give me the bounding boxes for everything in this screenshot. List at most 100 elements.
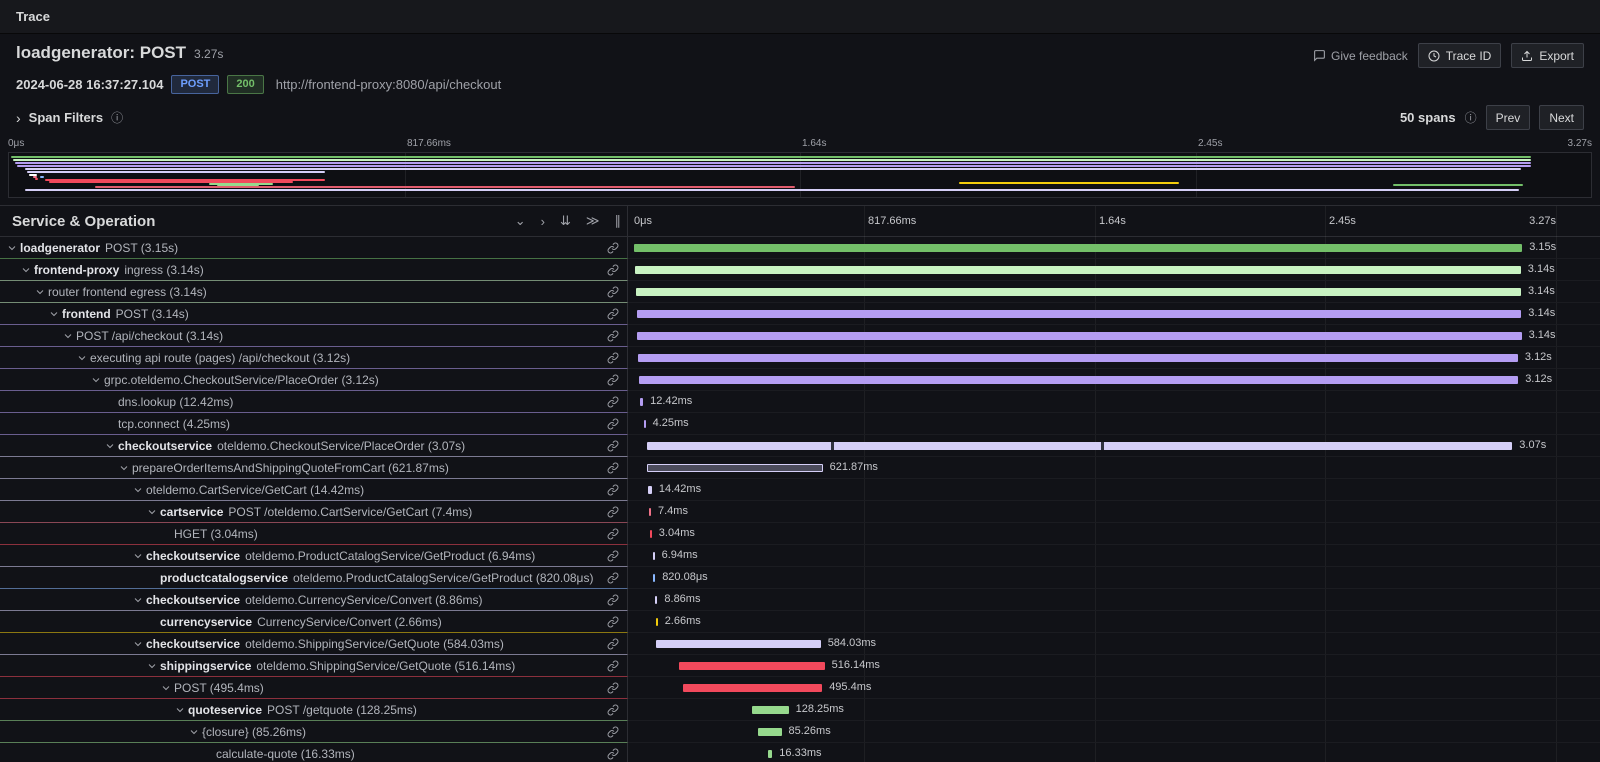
span-name-cell[interactable]: loadgeneratorPOST (3.15s) (0, 237, 628, 259)
span-name-cell[interactable]: grpc.oteldemo.CheckoutService/PlaceOrder… (0, 369, 628, 391)
collapse-chevron-icon[interactable] (172, 704, 188, 716)
span-bar[interactable] (650, 530, 652, 538)
span-link-icon[interactable] (599, 330, 627, 342)
span-bar[interactable] (647, 442, 1513, 450)
span-name-cell[interactable]: checkoutserviceoteldemo.ProductCatalogSe… (0, 545, 628, 567)
span-name-cell[interactable]: POST /api/checkout (3.14s) (0, 325, 628, 347)
collapse-chevron-icon[interactable] (74, 352, 90, 364)
column-resize-grip[interactable]: ∥ (615, 213, 622, 229)
span-link-icon[interactable] (599, 748, 627, 760)
span-name-cell[interactable]: prepareOrderItemsAndShippingQuoteFromCar… (0, 457, 628, 479)
span-name-cell[interactable]: router frontend egress (3.14s) (0, 281, 628, 303)
span-link-icon[interactable] (599, 682, 627, 694)
span-name-cell[interactable]: frontend-proxyingress (3.14s) (0, 259, 628, 281)
span-name-cell[interactable]: frontendPOST (3.14s) (0, 303, 628, 325)
span-bar[interactable] (752, 706, 788, 714)
span-bar[interactable] (679, 662, 825, 670)
span-link-icon[interactable] (599, 264, 627, 276)
collapse-chevron-icon[interactable] (144, 660, 160, 672)
span-link-icon[interactable] (599, 660, 627, 672)
span-name-cell[interactable]: tcp.connect (4.25ms) (0, 413, 628, 435)
trace-id-button[interactable]: Trace ID (1418, 43, 1502, 68)
collapse-chevron-icon[interactable] (130, 638, 146, 650)
span-link-icon[interactable] (599, 462, 627, 474)
span-bar[interactable] (638, 354, 1518, 362)
collapse-chevron-icon[interactable] (18, 264, 34, 276)
span-link-icon[interactable] (599, 506, 627, 518)
trace-minimap[interactable] (8, 152, 1592, 198)
span-link-icon[interactable] (599, 374, 627, 386)
span-name-cell[interactable]: executing api route (pages) /api/checkou… (0, 347, 628, 369)
span-link-icon[interactable] (599, 550, 627, 562)
span-bar[interactable] (655, 596, 658, 604)
collapse-chevron-icon[interactable] (60, 330, 76, 342)
span-bar[interactable] (634, 244, 1522, 252)
collapse-chevron-icon[interactable] (4, 242, 20, 254)
collapse-chevron-icon[interactable] (32, 286, 48, 298)
export-button[interactable]: Export (1511, 43, 1584, 68)
span-link-icon[interactable] (599, 616, 627, 628)
span-name-cell[interactable]: checkoutserviceoteldemo.ShippingService/… (0, 633, 628, 655)
span-name-cell[interactable]: productcatalogserviceoteldemo.ProductCat… (0, 567, 628, 589)
span-link-icon[interactable] (599, 242, 627, 254)
collapse-chevron-icon[interactable] (130, 550, 146, 562)
span-bar[interactable] (637, 310, 1522, 318)
span-count-info-icon[interactable]: ⓘ (1465, 109, 1477, 126)
span-link-icon[interactable] (599, 396, 627, 408)
span-name-cell[interactable]: HGET (3.04ms) (0, 523, 628, 545)
span-name-cell[interactable]: checkoutserviceoteldemo.CurrencyService/… (0, 589, 628, 611)
span-link-icon[interactable] (599, 440, 627, 452)
collapse-chevron-icon[interactable] (158, 682, 174, 694)
span-link-icon[interactable] (599, 594, 627, 606)
expand-one-icon[interactable]: › (541, 214, 545, 229)
span-filters-info-icon[interactable]: ⓘ (111, 109, 123, 126)
span-link-icon[interactable] (599, 638, 627, 650)
span-link-icon[interactable] (599, 308, 627, 320)
span-name-cell[interactable]: currencyserviceCurrencyService/Convert (… (0, 611, 628, 633)
collapse-one-icon[interactable]: ⌄ (515, 213, 526, 229)
collapse-chevron-icon[interactable] (130, 594, 146, 606)
collapse-chevron-icon[interactable] (144, 506, 160, 518)
span-bar[interactable] (656, 618, 658, 626)
collapse-chevron-icon[interactable] (88, 374, 104, 386)
span-link-icon[interactable] (599, 484, 627, 496)
span-link-icon[interactable] (599, 286, 627, 298)
span-name-cell[interactable]: dns.lookup (12.42ms) (0, 391, 628, 413)
collapse-chevron-icon[interactable] (116, 462, 132, 474)
span-bar[interactable] (768, 750, 773, 758)
span-bar[interactable] (758, 728, 782, 736)
span-name-cell[interactable]: cartservicePOST /oteldemo.CartService/Ge… (0, 501, 628, 523)
span-link-icon[interactable] (599, 704, 627, 716)
span-name-cell[interactable]: quoteservicePOST /getquote (128.25ms) (0, 699, 628, 721)
span-bar[interactable] (653, 574, 655, 582)
span-bar[interactable] (683, 684, 823, 692)
span-bar[interactable] (637, 332, 1522, 340)
collapse-chevron-icon[interactable] (130, 484, 146, 496)
collapse-chevron-icon[interactable] (186, 726, 202, 738)
span-link-icon[interactable] (599, 528, 627, 540)
next-span-button[interactable]: Next (1539, 105, 1584, 130)
span-name-cell[interactable]: checkoutserviceoteldemo.CheckoutService/… (0, 435, 628, 457)
span-bar[interactable] (640, 398, 644, 406)
span-name-cell[interactable]: oteldemo.CartService/GetCart (14.42ms) (0, 479, 628, 501)
collapse-chevron-icon[interactable] (102, 440, 118, 452)
span-bar[interactable] (644, 420, 646, 428)
prev-span-button[interactable]: Prev (1486, 105, 1531, 130)
span-name-cell[interactable]: shippingserviceoteldemo.ShippingService/… (0, 655, 628, 677)
span-name-cell[interactable]: {closure} (85.26ms) (0, 721, 628, 743)
span-link-icon[interactable] (599, 352, 627, 364)
span-link-icon[interactable] (599, 726, 627, 738)
expand-all-icon[interactable]: ≫ (586, 213, 600, 229)
span-name-cell[interactable]: calculate-quote (16.33ms) (0, 743, 628, 762)
span-bar[interactable] (635, 266, 1520, 274)
span-bar[interactable] (648, 486, 652, 494)
span-bar[interactable] (647, 464, 822, 472)
span-link-icon[interactable] (599, 418, 627, 430)
give-feedback-link[interactable]: Give feedback (1313, 49, 1408, 63)
span-link-icon[interactable] (599, 572, 627, 584)
collapse-chevron-icon[interactable] (46, 308, 62, 320)
span-bar[interactable] (639, 376, 1518, 384)
collapse-all-icon[interactable]: ⇊ (560, 213, 571, 229)
span-bar[interactable] (656, 640, 821, 648)
span-bar[interactable] (653, 552, 655, 560)
